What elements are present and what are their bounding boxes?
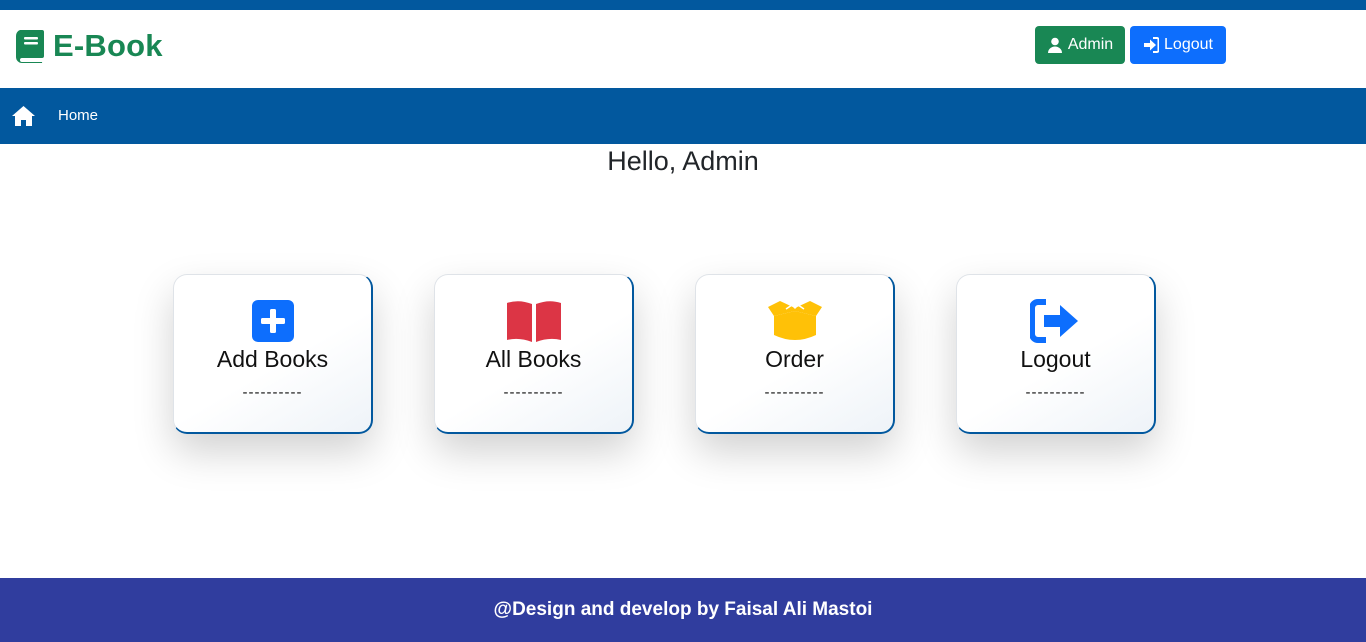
greeting-heading: Hello, Admin	[607, 146, 759, 176]
admin-button[interactable]: Admin	[1035, 26, 1125, 64]
open-box-icon	[766, 299, 824, 343]
plus-square-icon	[244, 299, 302, 343]
logout-button-label: Logout	[1164, 36, 1213, 53]
logout-button[interactable]: Logout	[1130, 26, 1226, 64]
top-stripe	[0, 0, 1366, 10]
footer-credit: @Design and develop by Faisal Ali Mastoi	[493, 599, 873, 620]
open-book-icon	[505, 299, 563, 343]
nav-home-link[interactable]: Home	[58, 107, 98, 124]
card-title: All Books	[485, 346, 582, 372]
home-icon[interactable]	[11, 105, 36, 127]
card-divider: ----------	[1025, 384, 1086, 401]
admin-button-label: Admin	[1067, 36, 1114, 53]
card-divider: ----------	[242, 384, 303, 401]
card-divider: ----------	[503, 384, 564, 401]
brand-logo[interactable]: E-Book	[15, 28, 163, 64]
all-books-card[interactable]: All Books ----------	[434, 274, 634, 434]
card-title: Add Books	[216, 346, 329, 372]
card-divider: ----------	[764, 384, 825, 401]
card-title: Logout	[1020, 346, 1091, 372]
add-books-card[interactable]: Add Books ----------	[173, 274, 373, 434]
card-title: Order	[765, 346, 824, 372]
order-card[interactable]: Order ----------	[695, 274, 895, 434]
book-icon	[15, 29, 45, 63]
logout-card[interactable]: Logout ----------	[956, 274, 1156, 434]
user-icon	[1047, 37, 1062, 53]
header: E-Book Admin Logout	[0, 10, 1366, 88]
footer: @Design and develop by Faisal Ali Mastoi	[0, 578, 1366, 642]
sign-in-icon	[1144, 37, 1160, 53]
sign-out-icon	[1027, 299, 1085, 343]
navbar: Home	[0, 88, 1366, 144]
brand-name: E-Book	[53, 28, 163, 63]
